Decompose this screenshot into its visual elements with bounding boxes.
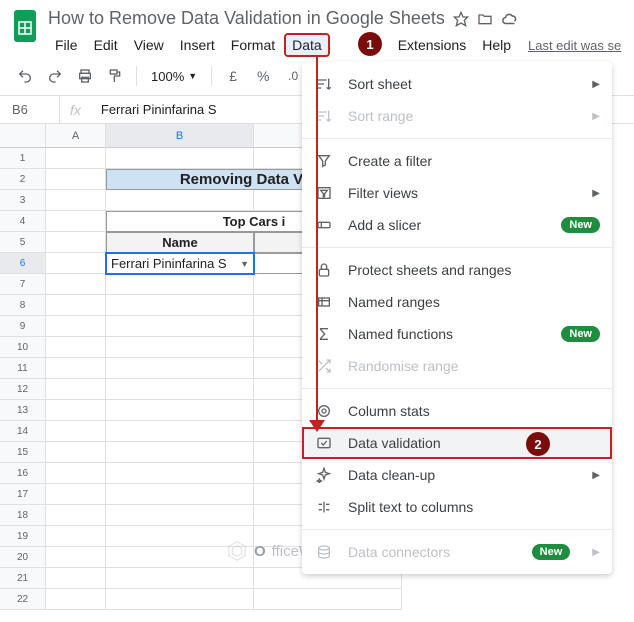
data-menu-dropdown: Sort sheet▶ Sort range▶ Create a filter … [302,62,612,574]
menubar: File Edit View Insert Format Data s Exte… [48,33,622,57]
new-badge: New [561,326,600,342]
undo-button[interactable] [12,63,38,89]
row-header[interactable]: 10 [0,337,46,358]
formula-bar[interactable]: Ferrari Pininfarina S [101,102,217,117]
cloud-status-icon[interactable] [501,10,519,28]
data-validation-icon [314,433,334,453]
menu-filter-views[interactable]: Filter views▶ [302,177,612,209]
row-header[interactable]: 15 [0,442,46,463]
row-header[interactable]: 20 [0,547,46,568]
menu-data-connectors: Data connectorsNew▶ [302,536,612,568]
menu-create-filter[interactable]: Create a filter [302,145,612,177]
new-badge: New [561,217,600,233]
validation-dropdown-icon[interactable]: ▼ [240,259,249,269]
row-header[interactable]: 2 [0,169,46,190]
row-header[interactable]: 8 [0,295,46,316]
menu-edit[interactable]: Edit [87,33,125,57]
last-edit-link[interactable]: Last edit was se [528,38,621,53]
row-header[interactable]: 3 [0,190,46,211]
move-folder-icon[interactable] [477,11,493,27]
row-header[interactable]: 1 [0,148,46,169]
menu-view[interactable]: View [127,33,171,57]
row-header[interactable]: 22 [0,589,46,610]
paint-format-button[interactable] [102,63,128,89]
row-header[interactable]: 14 [0,421,46,442]
chevron-right-icon: ▶ [592,188,600,199]
menu-named-ranges[interactable]: Named ranges [302,286,612,318]
currency-button[interactable]: £ [220,63,246,89]
annotation-circle-2: 2 [526,432,550,456]
col-header[interactable]: A [46,124,106,148]
sheets-logo[interactable] [12,8,38,44]
cleanup-icon [314,465,334,485]
row-header[interactable]: 11 [0,358,46,379]
chevron-right-icon: ▶ [592,547,600,558]
new-badge: New [532,544,571,560]
menu-protect-sheets[interactable]: Protect sheets and ranges [302,254,612,286]
select-all-corner[interactable] [0,124,46,148]
chevron-right-icon: ▶ [592,79,600,90]
percent-button[interactable]: % [250,63,276,89]
menu-add-slicer[interactable]: Add a slicerNew [302,209,612,241]
annotation-arrow-head [309,420,325,435]
row-header[interactable]: 12 [0,379,46,400]
fx-label: fx [70,102,81,118]
col-header[interactable]: B [106,124,254,148]
menu-help[interactable]: Help [475,33,518,57]
menu-data-validation[interactable]: Data validation [302,427,612,459]
annotation-circle-1: 1 [358,32,382,56]
name-box[interactable]: B6 [0,96,60,123]
doc-title[interactable]: How to Remove Data Validation in Google … [48,8,445,29]
annotation-arrow-line [316,56,318,426]
menu-insert[interactable]: Insert [173,33,222,57]
row-header[interactable]: 16 [0,463,46,484]
redo-button[interactable] [42,63,68,89]
menu-extensions[interactable]: Extensions [391,33,473,57]
row-header[interactable]: 5 [0,232,46,253]
cell-b6-value: Ferrari Pininfarina S [111,256,227,271]
menu-data-cleanup[interactable]: Data clean-up▶ [302,459,612,491]
split-text-icon [314,497,334,517]
zoom-selector[interactable]: 100% ▼ [145,69,203,84]
row-header[interactable]: 19 [0,526,46,547]
menu-sort-sheet[interactable]: Sort sheet▶ [302,68,612,100]
menu-split-text[interactable]: Split text to columns [302,491,612,523]
row-header[interactable]: 7 [0,274,46,295]
menu-file[interactable]: File [48,33,85,57]
print-button[interactable] [72,63,98,89]
menu-sort-range: Sort range▶ [302,100,612,132]
row-header[interactable]: 13 [0,400,46,421]
menu-data[interactable]: Data [284,33,330,57]
menu-randomise-range: Randomise range [302,350,612,382]
cell-b6[interactable]: Ferrari Pininfarina S ▼ [106,253,254,274]
chevron-right-icon: ▶ [592,470,600,481]
menu-format[interactable]: Format [224,33,282,57]
database-icon [314,542,334,562]
menu-named-functions[interactable]: Named functionsNew [302,318,612,350]
row-header[interactable]: 9 [0,316,46,337]
row-header[interactable]: 21 [0,568,46,589]
row-header[interactable]: 4 [0,211,46,232]
star-icon[interactable] [453,11,469,27]
row-header[interactable]: 18 [0,505,46,526]
col-b-header-cell[interactable]: Name [106,232,254,253]
chevron-right-icon: ▶ [592,111,600,122]
row-header[interactable]: 6 [0,253,46,274]
row-header[interactable]: 17 [0,484,46,505]
menu-column-stats[interactable]: Column stats [302,395,612,427]
